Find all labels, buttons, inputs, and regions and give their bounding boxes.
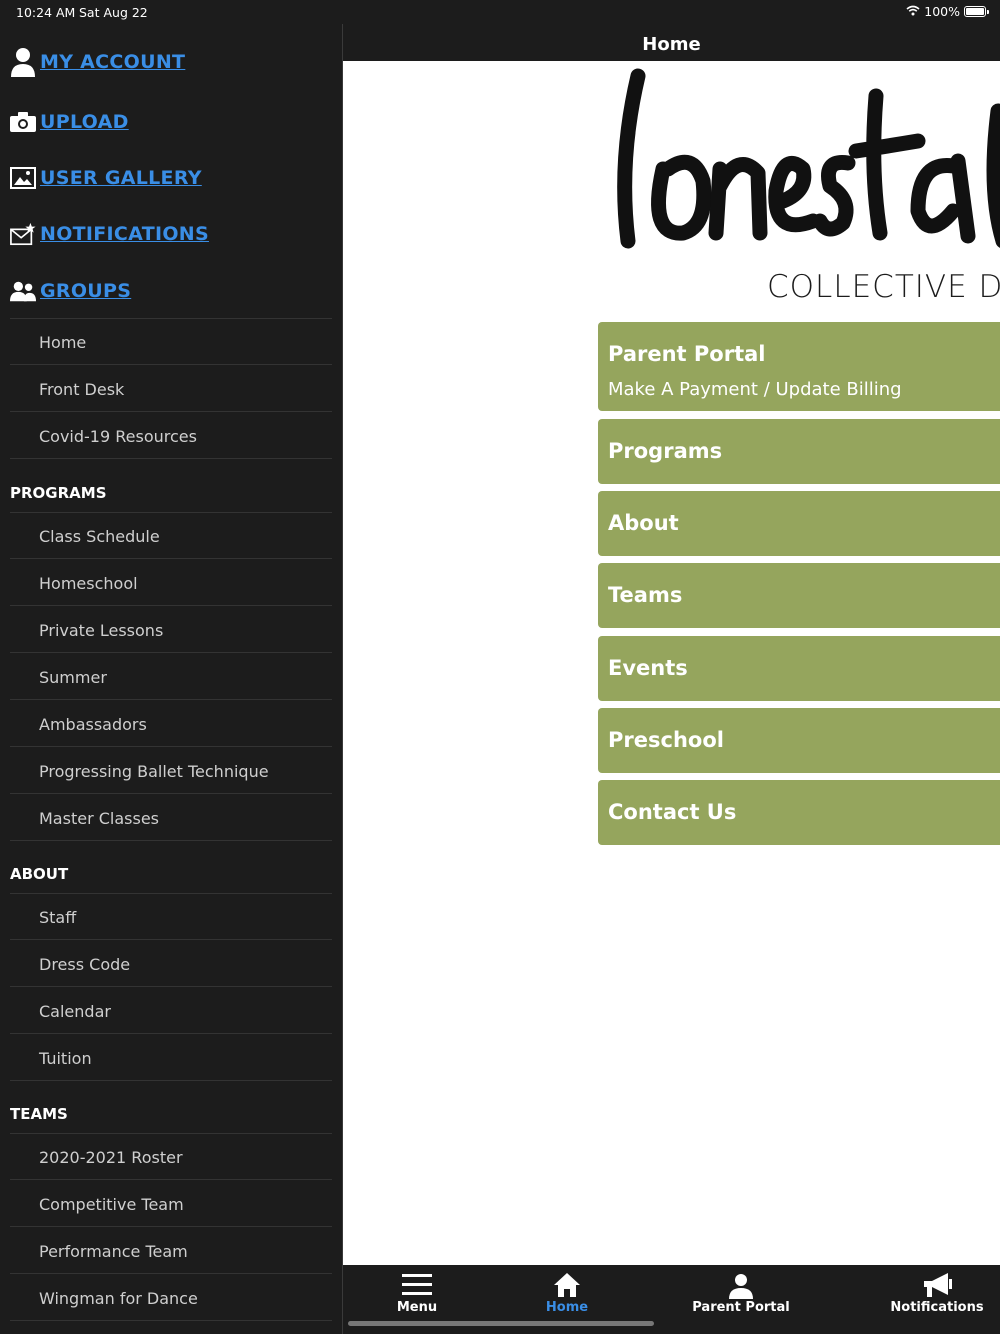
home-icon <box>554 1273 580 1301</box>
sidebar-item-covid-resources[interactable]: Covid-19 Resources <box>10 413 332 459</box>
sidebar-item-label: Front Desk <box>39 380 125 399</box>
tile-title: Teams <box>608 583 683 607</box>
sidebar-item-label: Master Classes <box>39 809 159 828</box>
section-header-label: TEAMS <box>10 1105 68 1123</box>
section-header-teams: TEAMS <box>10 1088 332 1134</box>
sidebar-item-dress-code[interactable]: Dress Code <box>10 941 332 987</box>
upload-label: UPLOAD <box>40 111 129 133</box>
sidebar-item-label: Wingman for Dance <box>39 1289 198 1308</box>
gallery-icon <box>10 163 36 193</box>
section-header-label: ABOUT <box>10 865 69 883</box>
my-account-link[interactable]: MY ACCOUNT <box>10 44 185 80</box>
my-account-label: MY ACCOUNT <box>40 51 186 73</box>
notifications-label: NOTIFICATIONS <box>40 223 209 245</box>
sidebar-item-ambassadors[interactable]: Ambassadors <box>10 701 332 747</box>
tile-title: Programs <box>608 439 723 463</box>
sidebar-item-label: Home <box>39 333 87 352</box>
tile-programs[interactable]: Programs <box>598 419 1000 484</box>
tab-bar: Menu Home Parent Portal Notifications <box>343 1265 1000 1334</box>
battery-percent: 100% <box>924 4 960 19</box>
sidebar-item-summer[interactable]: Summer <box>10 654 332 700</box>
sidebar-item-label: Ambassadors <box>39 715 147 734</box>
sidebar-item-label: Class Schedule <box>39 527 160 546</box>
tab-label: Notifications <box>890 1300 984 1315</box>
tab-notifications[interactable]: Notifications <box>877 1265 997 1325</box>
wifi-icon <box>906 4 920 19</box>
tab-label: Menu <box>396 1300 438 1315</box>
sidebar-item-label: Tuition <box>39 1049 92 1068</box>
tile-preschool[interactable]: Preschool <box>598 708 1000 773</box>
tile-subtitle: Make A Payment / Update Billing <box>608 379 902 400</box>
user-icon <box>10 47 36 77</box>
main-content: COLLECTIVE DA Parent Portal Make A Payme… <box>343 61 1000 1265</box>
upload-link[interactable]: UPLOAD <box>10 104 129 140</box>
sidebar-item-label: Dress Code <box>39 955 131 974</box>
sidebar-item-label: Calendar <box>39 1002 111 1021</box>
sidebar-item-label: Homeschool <box>39 574 138 593</box>
sidebar-item-label: Competitive Team <box>39 1195 184 1214</box>
sidebar-item-master-classes[interactable]: Master Classes <box>10 795 332 841</box>
sidebar-item-wingman[interactable]: Wingman for Dance <box>10 1275 332 1321</box>
mail-star-icon <box>10 219 36 249</box>
menu-icon <box>402 1273 432 1301</box>
sidebar-item-label: Summer <box>39 668 107 687</box>
section-header-about: ABOUT <box>10 848 332 894</box>
tab-label: Parent Portal <box>692 1300 790 1315</box>
sidebar-item-label: Staff <box>39 908 77 927</box>
tab-label: Home <box>545 1300 589 1315</box>
tile-about[interactable]: About <box>598 491 1000 556</box>
group-icon <box>10 276 36 306</box>
sidebar-item-label: 2020-2021 Roster <box>39 1148 183 1167</box>
sidebar-item-staff[interactable]: Staff <box>10 894 332 940</box>
battery-icon <box>964 6 989 17</box>
tab-menu[interactable]: Menu <box>367 1265 467 1325</box>
sidebar-item-label: Private Lessons <box>39 621 164 640</box>
sidebar-item-private-lessons[interactable]: Private Lessons <box>10 607 332 653</box>
notifications-link[interactable]: NOTIFICATIONS <box>10 216 209 252</box>
sidebar-item-class-schedule[interactable]: Class Schedule <box>10 513 332 559</box>
tile-title: Preschool <box>608 728 724 752</box>
tile-parent-portal[interactable]: Parent Portal Make A Payment / Update Bi… <box>598 322 1000 411</box>
person-icon <box>728 1273 754 1303</box>
tile-events[interactable]: Events <box>598 636 1000 701</box>
tile-title: Events <box>608 656 688 680</box>
camera-icon <box>10 107 36 137</box>
tile-title: Contact Us <box>608 800 737 824</box>
sidebar-item-calendar[interactable]: Calendar <box>10 988 332 1034</box>
brand-logo <box>608 61 1000 251</box>
groups-label: GROUPS <box>40 280 132 302</box>
status-time: 10:24 AM <box>16 5 76 20</box>
brand-subtitle: COLLECTIVE DA <box>767 269 1000 305</box>
status-bar: 10:24 AM Sat Aug 22 100% <box>0 0 1000 24</box>
user-gallery-label: USER GALLERY <box>40 167 202 189</box>
sidebar-item-home[interactable]: Home <box>10 319 332 365</box>
sidebar-item-progressing-ballet[interactable]: Progressing Ballet Technique <box>10 748 332 794</box>
sidebar-item-label: Progressing Ballet Technique <box>39 762 269 781</box>
sidebar-item-homeschool[interactable]: Homeschool <box>10 560 332 606</box>
tab-home[interactable]: Home <box>517 1265 617 1325</box>
sidebar-item-tuition[interactable]: Tuition <box>10 1035 332 1081</box>
sidebar-item-competitive-team[interactable]: Competitive Team <box>10 1181 332 1227</box>
tile-title: About <box>608 511 679 535</box>
section-header-label: PROGRAMS <box>10 484 107 502</box>
section-header-programs: PROGRAMS <box>10 467 332 513</box>
home-indicator[interactable] <box>348 1321 654 1326</box>
tile-contact-us[interactable]: Contact Us <box>598 780 1000 845</box>
page-title: Home <box>642 34 701 55</box>
status-right: 100% <box>906 4 989 19</box>
sidebar-item-performance-team[interactable]: Performance Team <box>10 1228 332 1274</box>
user-gallery-link[interactable]: USER GALLERY <box>10 160 202 196</box>
main-header: Home <box>343 24 1000 61</box>
sidebar: MY ACCOUNT UPLOAD USER GALLERY NOTIFICAT… <box>0 24 342 1334</box>
sidebar-item-label: Covid-19 Resources <box>39 427 197 446</box>
tile-teams[interactable]: Teams <box>598 563 1000 628</box>
tile-title: Parent Portal <box>608 342 766 366</box>
megaphone-icon <box>922 1273 952 1303</box>
sidebar-item-front-desk[interactable]: Front Desk <box>10 366 332 412</box>
status-date: Sat Aug 22 <box>79 5 148 20</box>
tab-parent-portal[interactable]: Parent Portal <box>681 1265 801 1325</box>
sidebar-item-label: Performance Team <box>39 1242 188 1261</box>
groups-link[interactable]: GROUPS <box>10 273 131 309</box>
sidebar-item-roster[interactable]: 2020-2021 Roster <box>10 1134 332 1180</box>
